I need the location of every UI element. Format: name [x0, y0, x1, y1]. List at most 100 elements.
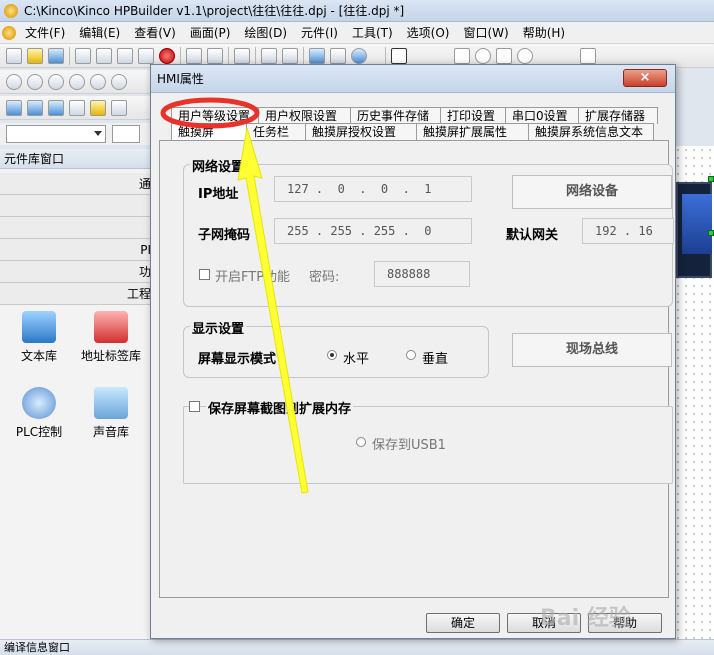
save-screenshot-checkbox[interactable] — [189, 401, 200, 412]
default-gateway-field[interactable]: 192 . 16 — [582, 218, 674, 244]
step-3-icon[interactable] — [48, 73, 64, 90]
hmi-screen-preview[interactable] — [676, 182, 712, 278]
undo-icon[interactable] — [186, 47, 202, 64]
ip-address-label: IP地址 — [198, 187, 239, 202]
duplicate-icon[interactable] — [138, 47, 154, 64]
password-field[interactable]: 888888 — [374, 261, 470, 287]
tab-serial0[interactable]: 串口0设置 — [505, 107, 579, 124]
dialog-title: HMI属性 — [157, 72, 204, 86]
tab-extended-properties[interactable]: 触摸屏扩展属性 — [416, 123, 529, 140]
hmi-properties-dialog: HMI属性 × 用户等级设置 用户权限设置 历史事件存储 打印设置 串口0设置 … — [150, 64, 676, 639]
paste-icon[interactable] — [117, 47, 133, 64]
combo-row — [0, 123, 150, 145]
close-button[interactable]: × — [623, 69, 667, 87]
properties-icon[interactable] — [309, 47, 325, 64]
component-c-icon[interactable] — [48, 99, 64, 116]
open-icon[interactable] — [27, 47, 43, 64]
menu-draw[interactable]: 绘图(D) — [237, 24, 294, 41]
save-icon[interactable] — [48, 47, 64, 64]
menu-help[interactable]: 帮助(H) — [516, 24, 572, 41]
library-category[interactable]: 功 — [0, 261, 155, 283]
ftp-checkbox[interactable] — [199, 269, 210, 280]
step-1-icon[interactable] — [6, 73, 22, 90]
library-item-sound[interactable]: 声音库 — [76, 387, 146, 440]
resize-handle[interactable] — [708, 230, 714, 236]
arc-icon[interactable] — [538, 48, 554, 64]
fieldbus-button[interactable]: 现场总线 — [512, 333, 672, 367]
library-item-plc-control[interactable]: PLC控制 — [4, 387, 74, 440]
step-4-icon[interactable] — [69, 73, 85, 90]
save-usb1-radio[interactable] — [356, 437, 366, 447]
redo-icon[interactable] — [207, 47, 223, 64]
menu-window[interactable]: 窗口(W) — [456, 24, 515, 41]
pointer-icon[interactable] — [391, 47, 407, 64]
find-icon[interactable] — [234, 47, 250, 64]
tab-system-info-text[interactable]: 触摸屏系统信息文本 — [528, 123, 654, 140]
menu-view[interactable]: 查看(V) — [127, 24, 183, 41]
text-tool-icon[interactable] — [559, 48, 575, 64]
password-label: 密码: — [309, 270, 340, 285]
polyline-icon[interactable] — [433, 48, 449, 64]
window-icon[interactable] — [330, 47, 346, 64]
ok-button[interactable]: 确定 — [426, 613, 500, 633]
new-icon[interactable] — [6, 47, 22, 64]
copy-icon[interactable] — [96, 47, 112, 64]
image-tool-icon[interactable] — [580, 47, 596, 64]
step-2-icon[interactable] — [27, 73, 43, 90]
vertical-radio[interactable] — [406, 350, 416, 360]
library-category[interactable]: 通 — [0, 173, 155, 195]
component-d-icon[interactable] — [69, 99, 85, 116]
ip-address-field[interactable]: 127 . 0 . 0 . 1 — [274, 176, 472, 202]
tabs-back-row: 用户等级设置 用户权限设置 历史事件存储 打印设置 串口0设置 扩展存储器 — [171, 107, 658, 124]
menu-options[interactable]: 选项(O) — [400, 24, 457, 41]
subnet-mask-field[interactable]: 255 . 255 . 255 . 0 — [274, 218, 472, 244]
rectangle-icon[interactable] — [454, 47, 470, 64]
circle-icon[interactable] — [475, 47, 491, 64]
menu-settings-icon[interactable] — [0, 25, 18, 40]
library-category[interactable]: PI — [0, 239, 155, 261]
chevron-down-icon — [94, 131, 102, 136]
component-library-panel: 元件库窗口 通 PI 功 工程 文本库 地址标签库 PLC控制 声音库 — [0, 149, 156, 639]
tab-touchscreen[interactable]: 触摸屏 — [171, 123, 247, 140]
component-a-icon[interactable] — [6, 99, 22, 116]
library-item-address-tag[interactable]: 地址标签库 — [76, 311, 146, 364]
menu-edit[interactable]: 编辑(E) — [72, 24, 127, 41]
network-device-button[interactable]: 网络设备 — [512, 175, 672, 209]
print-icon[interactable] — [282, 47, 298, 64]
dropdown-icon[interactable] — [372, 48, 380, 64]
cut-icon[interactable] — [75, 47, 91, 64]
component-e-icon[interactable] — [90, 99, 106, 116]
editing-canvas[interactable] — [674, 146, 714, 639]
tab-history-event[interactable]: 历史事件存储 — [350, 107, 441, 124]
tab-user-permission[interactable]: 用户权限设置 — [258, 107, 351, 124]
menu-screen[interactable]: 画面(P) — [183, 24, 238, 41]
line-icon[interactable] — [412, 48, 428, 64]
font-combo[interactable] — [6, 125, 106, 143]
tab-print-settings[interactable]: 打印设置 — [440, 107, 506, 124]
library-category[interactable] — [0, 195, 155, 217]
tab-authorization[interactable]: 触摸屏授权设置 — [305, 123, 417, 140]
component-f-icon[interactable] — [111, 99, 127, 116]
help-icon[interactable] — [351, 47, 367, 64]
save-screenshot-label: 保存屏幕截图到扩展内存 — [206, 398, 354, 417]
polygon-icon[interactable] — [496, 47, 512, 64]
library-item-text[interactable]: 文本库 — [4, 311, 74, 364]
library-category[interactable] — [0, 217, 155, 239]
print-preview-icon[interactable] — [261, 47, 277, 64]
step-6-icon[interactable] — [111, 73, 127, 90]
menu-tools[interactable]: 工具(T) — [345, 24, 400, 41]
step-5-icon[interactable] — [90, 73, 106, 90]
tab-panel-touchscreen: 网络设置 IP地址 127 . 0 . 0 . 1 网络设备 子网掩码 255 … — [159, 140, 674, 598]
tab-taskbar[interactable]: 任务栏 — [246, 123, 306, 140]
tab-extended-storage[interactable]: 扩展存储器 — [578, 107, 658, 124]
component-b-icon[interactable] — [27, 99, 43, 116]
menu-component[interactable]: 元件(I) — [294, 24, 345, 41]
size-combo[interactable] — [112, 125, 140, 143]
resize-handle[interactable] — [708, 176, 714, 182]
ellipse-icon[interactable] — [517, 47, 533, 64]
library-category[interactable]: 工程 — [0, 283, 155, 305]
delete-icon[interactable] — [159, 47, 175, 64]
menu-file[interactable]: 文件(F) — [18, 24, 72, 41]
horizontal-radio[interactable] — [327, 350, 337, 360]
tab-user-level[interactable]: 用户等级设置 — [171, 107, 259, 124]
